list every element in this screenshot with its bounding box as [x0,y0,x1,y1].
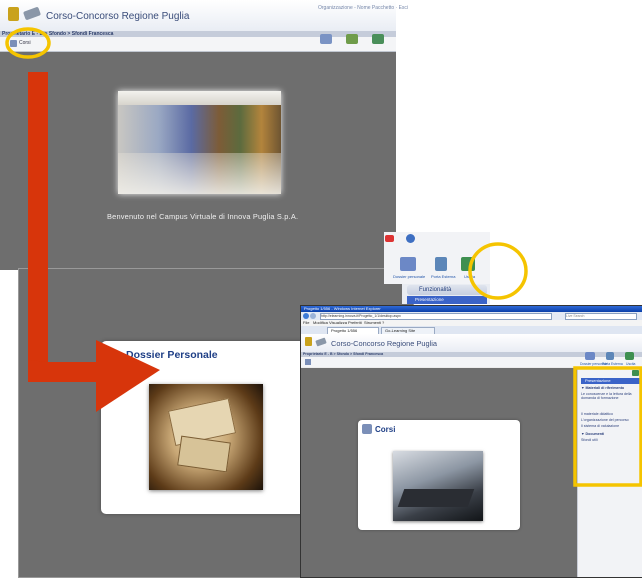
highlight-breadcrumb [5,27,51,59]
highlight-sidepanel [573,366,642,487]
highlight-exit [468,242,528,300]
annotations [5,27,642,487]
